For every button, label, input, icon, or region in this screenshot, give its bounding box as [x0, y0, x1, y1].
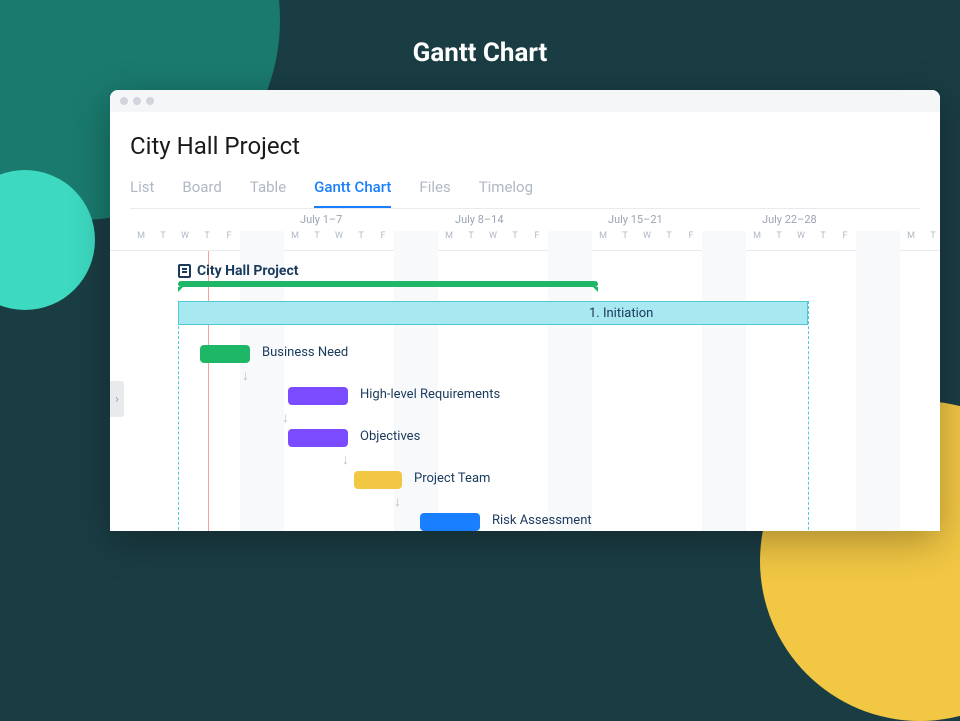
tab-gantt-chart[interactable]: Gantt Chart [314, 178, 391, 208]
app-window: City Hall Project List Board Table Gantt… [110, 90, 940, 531]
phase-bar[interactable]: 1. Initiation [178, 301, 808, 325]
task-bar-risk-assessment[interactable] [420, 513, 480, 531]
window-titlebar [110, 90, 940, 112]
project-title: City Hall Project [130, 132, 920, 160]
task-label: Objectives [360, 429, 420, 444]
weekend-column [724, 251, 746, 531]
weekend-column [856, 251, 878, 531]
day-label: W [482, 231, 504, 241]
weekend-column [570, 251, 592, 531]
phase-label: 1. Initiation [589, 306, 653, 321]
week-label: July 1–7 [300, 213, 342, 226]
phase-boundary [178, 301, 179, 531]
day-label: T [306, 231, 328, 241]
dependency-arrow-icon: ↓ [342, 451, 349, 468]
day-label: M [130, 231, 152, 241]
day-label: W [328, 231, 350, 241]
day-label: W [636, 231, 658, 241]
task-label: Business Need [262, 345, 348, 360]
day-label: T [768, 231, 790, 241]
page-title: Gantt Chart [413, 38, 548, 68]
project-icon [178, 264, 191, 278]
chart-body: City Hall Project 1. Initiation Business… [110, 251, 940, 531]
task-bar-project-team[interactable] [354, 471, 402, 489]
tab-list[interactable]: List [130, 178, 154, 208]
task-bar-business-need[interactable] [200, 345, 250, 363]
timeline: July 1–7 July 8–14 July 15–21 July 22–28… [110, 209, 940, 531]
day-label: M [900, 231, 922, 241]
day-label: T [504, 231, 526, 241]
day-label: T [196, 231, 218, 241]
window-control[interactable] [133, 97, 141, 105]
dependency-arrow-icon: ↓ [242, 367, 249, 384]
day-label: T [614, 231, 636, 241]
day-label: T [350, 231, 372, 241]
day-label: T [812, 231, 834, 241]
tab-table[interactable]: Table [250, 178, 286, 208]
day-label: M [438, 231, 460, 241]
tab-board[interactable]: Board [182, 178, 221, 208]
task-label: Project Team [414, 471, 490, 486]
window-control[interactable] [146, 97, 154, 105]
day-label: M [746, 231, 768, 241]
day-label: W [174, 231, 196, 241]
task-bar-requirements[interactable] [288, 387, 348, 405]
task-label: High-level Requirements [360, 387, 500, 402]
day-label: T [460, 231, 482, 241]
header: City Hall Project List Board Table Gantt… [110, 112, 940, 209]
today-indicator [208, 251, 209, 531]
project-row: City Hall Project [178, 263, 940, 279]
timeline-header: July 1–7 July 8–14 July 15–21 July 22–28… [110, 209, 940, 251]
weekend-column [878, 251, 900, 531]
day-label: M [592, 231, 614, 241]
weekend-column [702, 251, 724, 531]
project-bar-label: City Hall Project [197, 263, 298, 279]
week-label: July 15–21 [608, 213, 663, 226]
day-label: F [372, 231, 394, 241]
task-label: Risk Assessment [492, 513, 592, 528]
task-bar-objectives[interactable] [288, 429, 348, 447]
phase-boundary [808, 301, 809, 531]
dependency-arrow-icon: ↓ [394, 493, 401, 510]
window-control[interactable] [120, 97, 128, 105]
project-duration-bar[interactable] [178, 281, 598, 287]
day-label: T [152, 231, 174, 241]
day-label: W [790, 231, 812, 241]
tab-files[interactable]: Files [419, 178, 450, 208]
day-label: T [922, 231, 940, 241]
weekend-column [262, 251, 284, 531]
weekend-column [240, 251, 262, 531]
week-label: July 8–14 [455, 213, 504, 226]
tabs: List Board Table Gantt Chart Files Timel… [130, 178, 920, 209]
day-label: M [284, 231, 306, 241]
day-label: F [680, 231, 702, 241]
expand-handle[interactable] [110, 381, 124, 417]
tab-timelog[interactable]: Timelog [479, 178, 533, 208]
day-label: T [658, 231, 680, 241]
dependency-arrow-icon: ↓ [282, 409, 289, 426]
week-label: July 22–28 [762, 213, 817, 226]
day-label: F [526, 231, 548, 241]
weekend-column [548, 251, 570, 531]
day-label: F [218, 231, 240, 241]
day-label: F [834, 231, 856, 241]
